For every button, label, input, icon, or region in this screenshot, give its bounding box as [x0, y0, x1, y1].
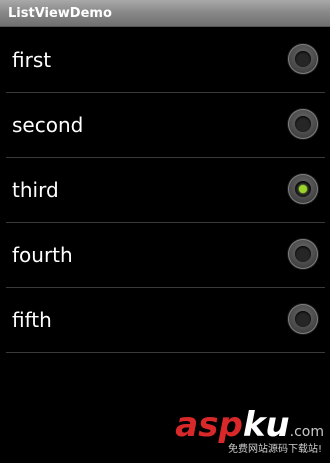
app-title: ListViewDemo	[8, 6, 112, 21]
watermark-tagline: 免费网站源码下载站!	[227, 444, 322, 455]
list-item-label: second	[12, 113, 84, 137]
watermark-brand-white: ku	[242, 405, 290, 445]
watermark-logo: aspku.com 免费网站源码下载站!	[154, 405, 324, 455]
list-divider	[6, 352, 325, 353]
list-item-label: first	[12, 48, 52, 72]
title-bar: ListViewDemo	[0, 0, 330, 27]
list-item-first[interactable]: first	[0, 28, 330, 93]
list-view[interactable]: first second third fourth fifth	[0, 28, 330, 353]
list-item-label: fourth	[12, 243, 73, 267]
watermark-domain: .com	[289, 424, 324, 440]
radio-inner	[295, 311, 311, 327]
list-item-third[interactable]: third	[0, 158, 330, 223]
list-item-fifth[interactable]: fifth	[0, 288, 330, 353]
radio-button-fourth[interactable]	[288, 239, 318, 269]
list-item-fourth[interactable]: fourth	[0, 223, 330, 288]
list-item-label: fifth	[12, 308, 52, 332]
radio-button-first[interactable]	[288, 44, 318, 74]
watermark-brand-red: asp	[175, 405, 243, 445]
radio-selected-dot	[299, 185, 307, 193]
radio-inner	[295, 246, 311, 262]
list-item-second[interactable]: second	[0, 93, 330, 158]
radio-inner	[295, 116, 311, 132]
radio-button-third[interactable]	[288, 174, 318, 204]
radio-inner	[295, 51, 311, 67]
radio-button-fifth[interactable]	[288, 304, 318, 334]
list-item-label: third	[12, 178, 59, 202]
radio-button-second[interactable]	[288, 109, 318, 139]
watermark-brand: aspku.com	[175, 405, 324, 445]
